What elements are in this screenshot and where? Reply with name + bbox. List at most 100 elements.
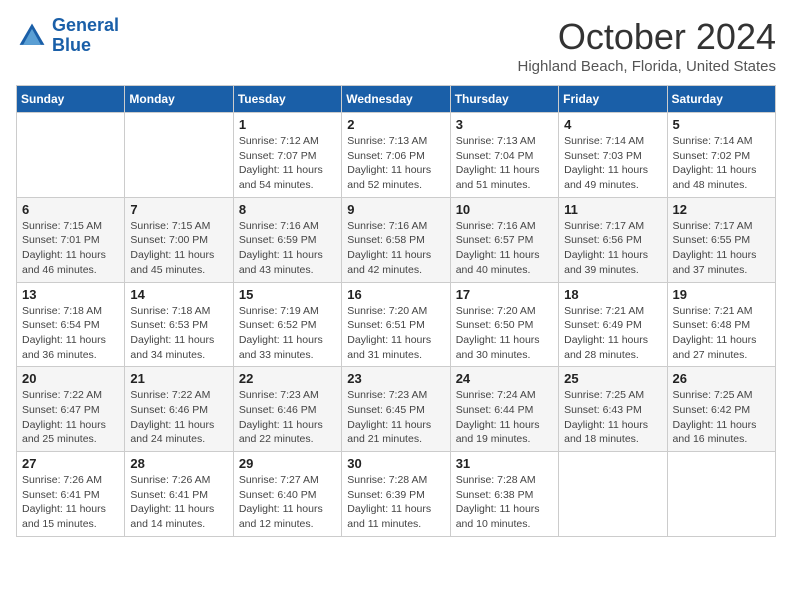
day-detail: Sunrise: 7:14 AM Sunset: 7:02 PM Dayligh… [673,134,770,193]
day-detail: Sunrise: 7:23 AM Sunset: 6:45 PM Dayligh… [347,388,444,447]
calendar-cell: 6 Sunrise: 7:15 AM Sunset: 7:01 PM Daylig… [17,197,125,282]
day-detail: Sunrise: 7:16 AM Sunset: 6:59 PM Dayligh… [239,219,336,278]
day-number: 18 [564,287,661,302]
day-header-tuesday: Tuesday [233,86,341,113]
calendar-week-2: 6 Sunrise: 7:15 AM Sunset: 7:01 PM Daylig… [17,197,776,282]
day-detail: Sunrise: 7:20 AM Sunset: 6:51 PM Dayligh… [347,304,444,363]
calendar-header: SundayMondayTuesdayWednesdayThursdayFrid… [17,86,776,113]
calendar-cell: 11Sunrise: 7:17 AM Sunset: 6:56 PM Dayli… [559,197,667,282]
calendar-cell: 29 Sunrise: 7:27 AM Sunset: 6:40 PM Dayli… [233,452,341,537]
day-number: 20 [22,371,119,386]
day-detail: Sunrise: 7:27 AM Sunset: 6:40 PM Dayligh… [239,473,336,532]
day-detail: Sunrise: 7:19 AM Sunset: 6:52 PM Dayligh… [239,304,336,363]
day-detail: Sunrise: 7:21 AM Sunset: 6:48 PM Dayligh… [673,304,770,363]
month-title: October 2024 [518,16,776,58]
day-detail: Sunrise: 7:13 AM Sunset: 7:04 PM Dayligh… [456,134,553,193]
day-number: 9 [347,202,444,217]
location: Highland Beach, Florida, United States [518,58,776,75]
day-detail: Sunrise: 7:16 AM Sunset: 6:58 PM Dayligh… [347,219,444,278]
calendar-cell: 1 Sunrise: 7:12 AM Sunset: 7:07 PM Daylig… [233,113,341,198]
day-detail: Sunrise: 7:22 AM Sunset: 6:46 PM Dayligh… [130,388,227,447]
day-detail: Sunrise: 7:26 AM Sunset: 6:41 PM Dayligh… [22,473,119,532]
calendar-cell [559,452,667,537]
calendar-cell: 5Sunrise: 7:14 AM Sunset: 7:02 PM Daylig… [667,113,775,198]
day-detail: Sunrise: 7:17 AM Sunset: 6:55 PM Dayligh… [673,219,770,278]
calendar-cell: 7 Sunrise: 7:15 AM Sunset: 7:00 PM Daylig… [125,197,233,282]
day-detail: Sunrise: 7:15 AM Sunset: 7:00 PM Dayligh… [130,219,227,278]
day-number: 4 [564,117,661,132]
logo-text: General Blue [52,16,119,56]
calendar-cell: 12 Sunrise: 7:17 AM Sunset: 6:55 PM Dayli… [667,197,775,282]
day-detail: Sunrise: 7:12 AM Sunset: 7:07 PM Dayligh… [239,134,336,193]
calendar-cell: 10Sunrise: 7:16 AM Sunset: 6:57 PM Dayli… [450,197,558,282]
calendar-week-4: 20Sunrise: 7:22 AM Sunset: 6:47 PM Dayli… [17,367,776,452]
calendar-cell: 14 Sunrise: 7:18 AM Sunset: 6:53 PM Dayli… [125,282,233,367]
day-detail: Sunrise: 7:17 AM Sunset: 6:56 PM Dayligh… [564,219,661,278]
day-detail: Sunrise: 7:25 AM Sunset: 6:42 PM Dayligh… [673,388,770,447]
day-detail: Sunrise: 7:24 AM Sunset: 6:44 PM Dayligh… [456,388,553,447]
calendar-cell: 21 Sunrise: 7:22 AM Sunset: 6:46 PM Dayli… [125,367,233,452]
day-header-friday: Friday [559,86,667,113]
calendar-cell: 18 Sunrise: 7:21 AM Sunset: 6:49 PM Dayli… [559,282,667,367]
day-detail: Sunrise: 7:23 AM Sunset: 6:46 PM Dayligh… [239,388,336,447]
day-detail: Sunrise: 7:14 AM Sunset: 7:03 PM Dayligh… [564,134,661,193]
day-number: 7 [130,202,227,217]
calendar-cell: 27 Sunrise: 7:26 AM Sunset: 6:41 PM Dayli… [17,452,125,537]
day-header-sunday: Sunday [17,86,125,113]
day-detail: Sunrise: 7:15 AM Sunset: 7:01 PM Dayligh… [22,219,119,278]
calendar-cell: 15 Sunrise: 7:19 AM Sunset: 6:52 PM Dayli… [233,282,341,367]
day-number: 21 [130,371,227,386]
calendar-cell: 16 Sunrise: 7:20 AM Sunset: 6:51 PM Dayli… [342,282,450,367]
calendar-week-5: 27 Sunrise: 7:26 AM Sunset: 6:41 PM Dayli… [17,452,776,537]
day-detail: Sunrise: 7:28 AM Sunset: 6:38 PM Dayligh… [456,473,553,532]
calendar-cell: 20Sunrise: 7:22 AM Sunset: 6:47 PM Dayli… [17,367,125,452]
day-header-thursday: Thursday [450,86,558,113]
day-number: 27 [22,456,119,471]
calendar-cell: 25Sunrise: 7:25 AM Sunset: 6:43 PM Dayli… [559,367,667,452]
calendar-cell: 22Sunrise: 7:23 AM Sunset: 6:46 PM Dayli… [233,367,341,452]
calendar-cell [667,452,775,537]
day-number: 17 [456,287,553,302]
day-detail: Sunrise: 7:28 AM Sunset: 6:39 PM Dayligh… [347,473,444,532]
day-detail: Sunrise: 7:21 AM Sunset: 6:49 PM Dayligh… [564,304,661,363]
day-number: 25 [564,371,661,386]
day-number: 28 [130,456,227,471]
calendar-cell: 24Sunrise: 7:24 AM Sunset: 6:44 PM Dayli… [450,367,558,452]
calendar-cell [125,113,233,198]
day-header-wednesday: Wednesday [342,86,450,113]
day-detail: Sunrise: 7:18 AM Sunset: 6:54 PM Dayligh… [22,304,119,363]
day-number: 16 [347,287,444,302]
calendar-cell: 4 Sunrise: 7:14 AM Sunset: 7:03 PM Daylig… [559,113,667,198]
calendar-cell: 13 Sunrise: 7:18 AM Sunset: 6:54 PM Dayli… [17,282,125,367]
day-detail: Sunrise: 7:26 AM Sunset: 6:41 PM Dayligh… [130,473,227,532]
title-block: October 2024 Highland Beach, Florida, Un… [518,16,776,75]
day-number: 13 [22,287,119,302]
day-number: 1 [239,117,336,132]
calendar-cell: 28 Sunrise: 7:26 AM Sunset: 6:41 PM Dayli… [125,452,233,537]
calendar-cell: 2Sunrise: 7:13 AM Sunset: 7:06 PM Daylig… [342,113,450,198]
calendar-cell: 26 Sunrise: 7:25 AM Sunset: 6:42 PM Dayli… [667,367,775,452]
calendar-cell: 30 Sunrise: 7:28 AM Sunset: 6:39 PM Dayli… [342,452,450,537]
day-number: 29 [239,456,336,471]
calendar-cell: 8 Sunrise: 7:16 AM Sunset: 6:59 PM Daylig… [233,197,341,282]
day-detail: Sunrise: 7:20 AM Sunset: 6:50 PM Dayligh… [456,304,553,363]
calendar-week-1: 1 Sunrise: 7:12 AM Sunset: 7:07 PM Daylig… [17,113,776,198]
calendar-cell: 23 Sunrise: 7:23 AM Sunset: 6:45 PM Dayli… [342,367,450,452]
day-detail: Sunrise: 7:18 AM Sunset: 6:53 PM Dayligh… [130,304,227,363]
day-number: 30 [347,456,444,471]
day-number: 10 [456,202,553,217]
day-number: 26 [673,371,770,386]
day-number: 6 [22,202,119,217]
logo: General Blue [16,16,119,56]
calendar-week-3: 13 Sunrise: 7:18 AM Sunset: 6:54 PM Dayli… [17,282,776,367]
day-number: 8 [239,202,336,217]
day-header-saturday: Saturday [667,86,775,113]
day-number: 19 [673,287,770,302]
logo-icon [16,20,48,52]
day-number: 23 [347,371,444,386]
day-number: 3 [456,117,553,132]
day-number: 14 [130,287,227,302]
day-number: 15 [239,287,336,302]
calendar-cell: 17 Sunrise: 7:20 AM Sunset: 6:50 PM Dayli… [450,282,558,367]
day-number: 12 [673,202,770,217]
